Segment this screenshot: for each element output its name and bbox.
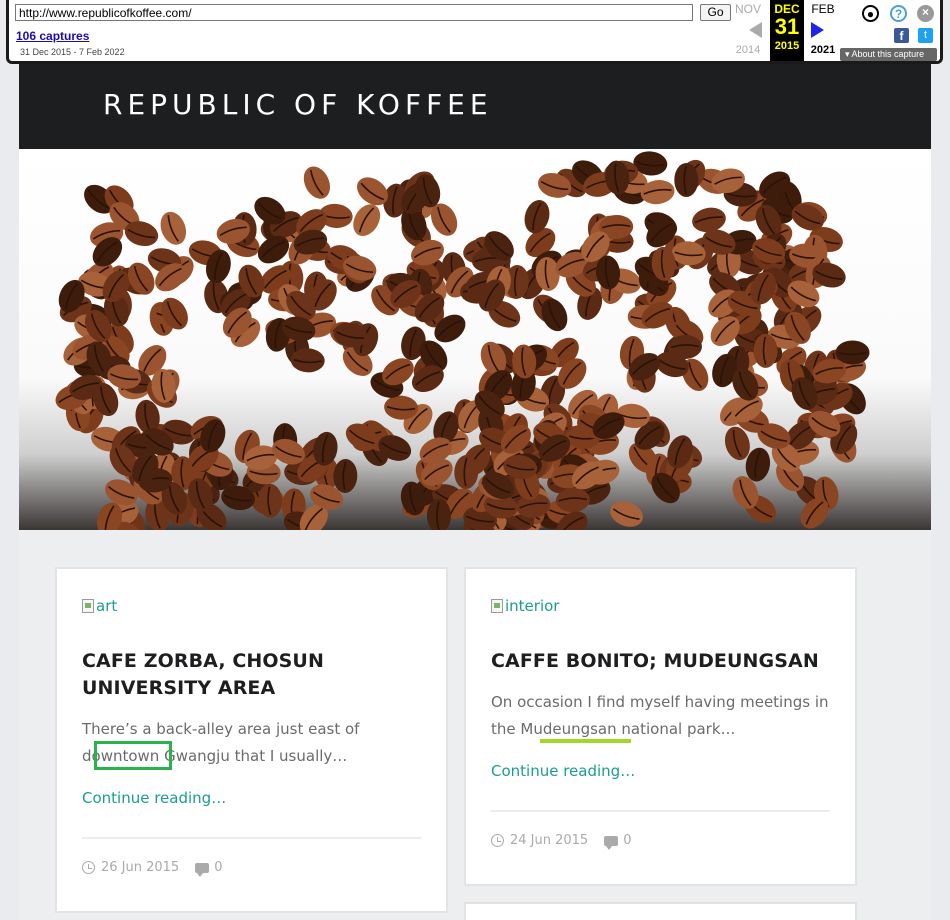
current-year: 2015 <box>774 40 800 52</box>
next-capture[interactable]: FEB 2021 <box>806 0 840 61</box>
facebook-icon[interactable]: f <box>894 28 909 43</box>
post-date[interactable]: 26 Jun 2015 <box>101 860 179 875</box>
comment-icon <box>604 835 619 850</box>
post-thumbnail[interactable]: interior <box>491 597 559 615</box>
capture-date-range: 31 Dec 2015 - 7 Feb 2022 <box>20 47 125 57</box>
broken-image-icon <box>82 599 94 613</box>
post-title[interactable]: CAFFE BONITO; MUDEUNGSAN <box>491 648 836 675</box>
image-alt-text: art <box>96 597 118 615</box>
current-day: 31 <box>774 14 800 39</box>
prev-arrow-icon[interactable] <box>749 22 762 38</box>
captures-link[interactable]: 106 captures <box>16 29 89 43</box>
hero-coffee-beans-image <box>19 149 931 530</box>
post-title[interactable]: CAFE ZORBA, CHOSUN UNIVERSITY AREA <box>82 648 427 702</box>
prev-month[interactable]: NOV <box>731 2 765 16</box>
about-capture-button[interactable]: ▾ About this capture <box>840 48 937 61</box>
site-title[interactable]: REPUBLIC OF KOFFEE <box>103 88 493 121</box>
post-date[interactable]: 24 Jun 2015 <box>510 833 588 848</box>
url-input[interactable] <box>15 4 693 21</box>
highlight-box-annotation <box>94 741 172 770</box>
next-month[interactable]: FEB <box>806 2 840 16</box>
twitter-icon[interactable]: t <box>918 28 933 43</box>
comment-count[interactable]: 0 <box>214 860 222 875</box>
post-meta: 26 Jun 2015 0 <box>82 860 222 877</box>
wayback-toolbar: Go 106 captures 31 Dec 2015 - 7 Feb 2022… <box>6 0 943 64</box>
clock-icon <box>82 861 95 874</box>
go-button[interactable]: Go <box>700 4 731 21</box>
broken-image-icon <box>491 599 503 613</box>
post-card: art CAFE ZORBA, CHOSUN UNIVERSITY AREA T… <box>55 567 448 913</box>
help-icon[interactable]: ? <box>890 5 907 22</box>
post-card: interior CAFFE BONITO; MUDEUNGSAN On occ… <box>464 567 857 886</box>
divider <box>82 837 421 839</box>
post-meta: 24 Jun 2015 0 <box>491 833 631 850</box>
user-icon[interactable]: ● <box>862 5 879 22</box>
close-icon[interactable]: × <box>917 5 934 22</box>
about-capture-label: About this capture <box>851 49 925 59</box>
clock-icon <box>491 834 504 847</box>
comment-count[interactable]: 0 <box>623 833 631 848</box>
highlight-underline-annotation <box>540 739 631 743</box>
continue-reading-link[interactable]: Continue reading… <box>491 762 635 780</box>
continue-reading-link[interactable]: Continue reading… <box>82 789 226 807</box>
post-card <box>464 902 857 920</box>
image-alt-text: interior <box>505 597 560 615</box>
coffee-beans-illustration <box>55 151 870 530</box>
current-capture: DEC 31 2015 <box>770 0 804 61</box>
comment-icon <box>195 862 210 877</box>
next-year[interactable]: 2021 <box>806 44 840 56</box>
divider <box>491 810 830 812</box>
prev-year[interactable]: 2014 <box>731 44 765 56</box>
post-excerpt: On occasion I find myself having meeting… <box>491 693 829 738</box>
post-thumbnail[interactable]: art <box>82 597 117 615</box>
